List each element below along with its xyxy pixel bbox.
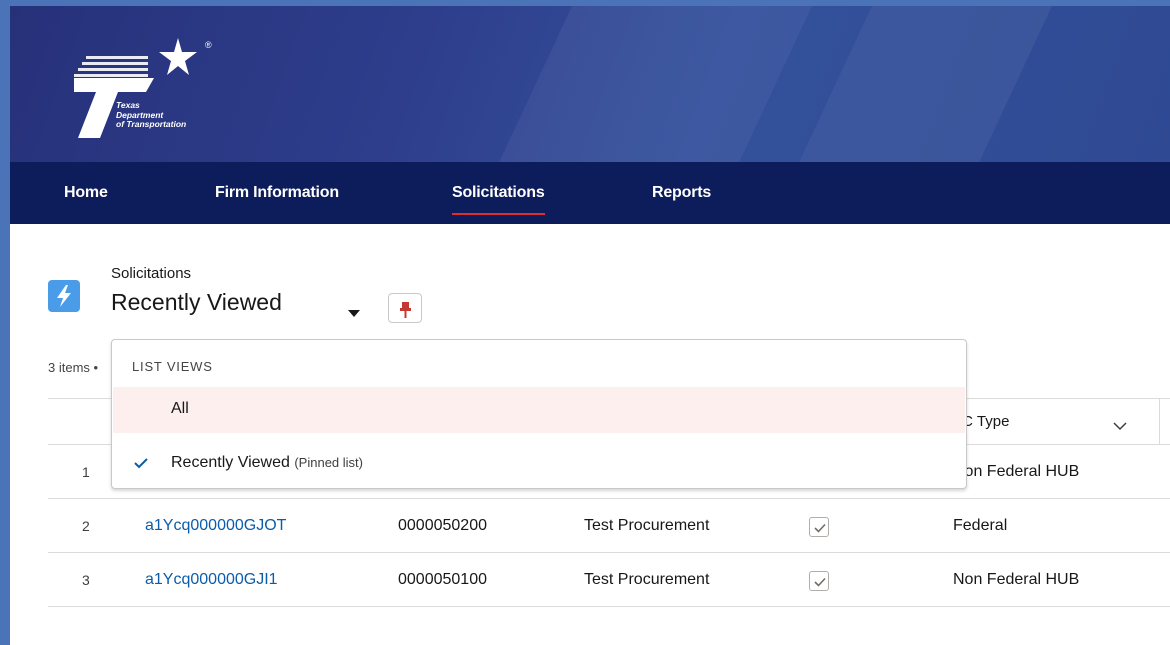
lightning-icon	[48, 280, 80, 312]
main-nav: Home Firm Information Solicitations Repo…	[10, 162, 1170, 224]
dropdown-header: LIST VIEWS	[132, 359, 213, 374]
table-row[interactable]: 3 a1Ycq000000GJI1 0000050100 Test Procur…	[48, 553, 1170, 607]
row-number: 2	[82, 518, 90, 534]
nav-home[interactable]: Home	[64, 162, 108, 224]
registered-mark: ®	[205, 40, 212, 50]
site-banner: Texas Department of Transportation ®	[10, 6, 1170, 162]
solicitation-number-cell: 0000050200	[398, 517, 487, 534]
table-row[interactable]: 2 a1Ycq000000GJOT 0000050200 Test Procur…	[48, 499, 1170, 553]
check-icon	[814, 577, 826, 587]
option-label: Recently Viewed (Pinned list)	[171, 454, 363, 472]
description-cell: Test Procurement	[584, 517, 710, 534]
type-cell: Non Federal HUB	[953, 571, 1080, 588]
pin-icon	[400, 302, 411, 318]
list-view-option-recently-viewed[interactable]: Recently Viewed (Pinned list)	[113, 441, 965, 487]
banner-decoration	[778, 6, 1062, 162]
window-frame-left	[0, 0, 10, 645]
checkbox-checked	[809, 571, 829, 591]
row-number: 3	[82, 572, 90, 588]
checkmark-icon	[133, 456, 149, 475]
logo-line-3: of Transportation	[116, 119, 187, 129]
list-view-title[interactable]: Recently Viewed	[111, 289, 282, 316]
nav-firm-information[interactable]: Firm Information	[215, 162, 339, 224]
object-label: Solicitations	[111, 265, 192, 282]
row-number: 1	[82, 464, 90, 480]
item-count: 3 items •	[48, 360, 99, 375]
record-link[interactable]: a1Ycq000000GJOT	[145, 499, 286, 553]
option-label-text: Recently Viewed	[171, 454, 290, 471]
nav-solicitations[interactable]: Solicitations	[452, 162, 545, 224]
column-divider[interactable]	[1159, 399, 1160, 445]
pin-list-button[interactable]	[388, 293, 422, 323]
type-cell: Non Federal HUB	[953, 463, 1080, 480]
txdot-logo[interactable]: Texas Department of Transportation ®	[68, 34, 218, 144]
checkbox-checked	[809, 517, 829, 537]
list-view-caret-icon[interactable]	[347, 305, 361, 323]
check-icon	[814, 523, 826, 533]
solicitation-number-cell: 0000050100	[398, 571, 487, 588]
list-views-dropdown: LIST VIEWS All Recently Viewed (Pinned l…	[111, 339, 967, 489]
record-link[interactable]: a1Ycq000000GJI1	[145, 553, 278, 607]
option-label: All	[171, 400, 189, 417]
type-cell: Federal	[953, 517, 1008, 534]
pinned-suffix: (Pinned list)	[294, 455, 363, 470]
nav-reports[interactable]: Reports	[652, 162, 711, 224]
list-view-option-all[interactable]: All	[113, 387, 965, 433]
logo-wordmark: Texas Department of Transportation	[116, 100, 187, 130]
description-cell: Test Procurement	[584, 571, 710, 588]
chevron-down-icon[interactable]	[1113, 418, 1127, 436]
banner-decoration	[478, 6, 822, 162]
